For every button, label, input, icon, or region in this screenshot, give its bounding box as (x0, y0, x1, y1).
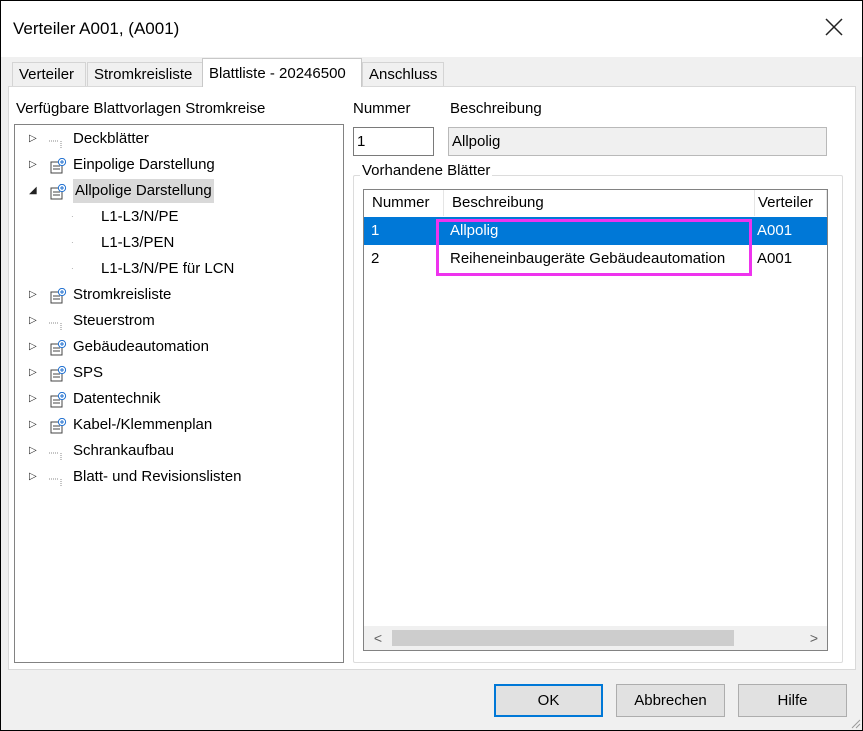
tree-item-label: Gebäudeautomation (73, 338, 209, 355)
table-row[interactable]: 2 Reiheneinbaugeräte Gebäudeautomation A… (364, 245, 827, 273)
tree-connector-icon: · (71, 264, 74, 273)
resize-grip-icon[interactable] (849, 717, 861, 729)
expand-arrow-icon[interactable]: ▷ (29, 283, 39, 307)
horizontal-scrollbar[interactable]: < > (364, 626, 827, 650)
tree-item[interactable]: ▷ Einpolige Darstellung (15, 153, 343, 177)
expand-arrow-icon[interactable]: ▷ (29, 439, 39, 463)
title-bar: Verteiler A001, (A001) (1, 1, 862, 57)
tree-item[interactable]: ▷ Stromkreisliste (15, 283, 343, 307)
expand-arrow-icon[interactable]: ▷ (29, 413, 39, 437)
collapse-arrow-icon[interactable]: ◢ (29, 179, 39, 203)
cancel-button[interactable]: Abbrechen (616, 684, 725, 717)
beschreibung-label: Beschreibung (450, 100, 542, 117)
tree-item-label: Steuerstrom (73, 312, 155, 329)
tree-item[interactable]: ▷ Steuerstrom (15, 309, 343, 333)
column-header-verteiler[interactable]: Verteiler (755, 190, 827, 216)
row-beschreibung: Allpolig (450, 222, 499, 239)
tree-connector-icon: · (71, 238, 74, 247)
column-header-beschreibung[interactable]: Beschreibung (444, 190, 755, 216)
sheet-plus-icon (50, 288, 67, 304)
row-beschreibung: Reiheneinbaugeräte Gebäudeautomation (450, 250, 726, 267)
expand-arrow-icon[interactable]: ▷ (29, 335, 39, 359)
close-icon[interactable] (822, 15, 846, 39)
tree-item[interactable]: · L1-L3/PEN (15, 231, 343, 255)
sheet-plus-icon (50, 184, 67, 200)
tree-item-label: L1-L3/N/PE für LCN (101, 260, 235, 277)
tab-stromkreisliste[interactable]: Stromkreisliste (87, 62, 203, 86)
tree-item-label: SPS (73, 364, 104, 381)
sheet-plus-icon (50, 366, 67, 382)
expand-arrow-icon[interactable]: ▷ (29, 387, 39, 411)
tab-verteiler[interactable]: Verteiler (12, 62, 86, 86)
help-button[interactable]: Hilfe (738, 684, 847, 717)
sheet-plus-icon (50, 418, 67, 434)
expand-arrow-icon[interactable]: ▷ (29, 153, 39, 177)
tab-label: Anschluss (369, 66, 438, 83)
sheet-plus-icon (50, 340, 67, 356)
row-nummer: 1 (371, 222, 380, 239)
sheet-plus-icon (50, 158, 67, 174)
ok-button[interactable]: OK (494, 684, 603, 717)
scrollbar-thumb[interactable] (392, 630, 734, 646)
tree-item[interactable]: · L1-L3/N/PE (15, 205, 343, 229)
tree-item-label: Stromkreisliste (73, 286, 172, 303)
sheets-list[interactable]: Nummer Beschreibung Verteiler 1 Allpolig… (363, 189, 828, 651)
expand-arrow-icon[interactable]: ▷ (29, 127, 39, 151)
tree-item[interactable]: ▷ Blatt- und Revisionslisten (15, 465, 343, 489)
row-verteiler: A001 (757, 250, 793, 267)
tab-label: Blattliste - 20246500 (209, 65, 346, 82)
tree-item[interactable]: ▷ Schrankaufbau (15, 439, 343, 463)
dots-icon (49, 452, 62, 460)
dots-icon (49, 322, 62, 330)
tree-item[interactable]: ▷ Deckblätter (15, 127, 343, 151)
column-header-nummer[interactable]: Nummer (364, 190, 444, 216)
dots-icon (49, 478, 62, 486)
tree-item-label: Deckblätter (73, 130, 149, 147)
tree-item-label: L1-L3/PEN (101, 234, 175, 251)
tab-anschluss[interactable]: Anschluss (362, 62, 444, 86)
row-nummer: 2 (371, 250, 380, 267)
tab-blattliste[interactable]: Blattliste - 20246500 (202, 58, 362, 87)
tree-item[interactable]: ▷ Kabel-/Klemmenplan (15, 413, 343, 437)
expand-arrow-icon[interactable]: ▷ (29, 361, 39, 385)
table-row[interactable]: 1 Allpolig A001 (364, 217, 827, 245)
tree-item-label: Allpolige Darstellung (73, 179, 214, 203)
tree-item-label: Kabel-/Klemmenplan (73, 416, 213, 433)
expand-arrow-icon[interactable]: ▷ (29, 309, 39, 333)
scroll-left-icon[interactable]: < (368, 626, 388, 650)
expand-arrow-icon[interactable]: ▷ (29, 465, 39, 489)
scroll-right-icon[interactable]: > (804, 626, 824, 650)
tree-item[interactable]: ▷ Datentechnik (15, 387, 343, 411)
dots-icon (49, 140, 62, 148)
tree-connector-icon: · (71, 212, 74, 221)
tree-item[interactable]: ◢ Allpolige Darstellung (15, 179, 343, 203)
tree-heading: Verfügbare Blattvorlagen Stromkreise (16, 100, 266, 117)
template-tree[interactable]: ▷ Deckblätter ▷ Einpolige Darstellung ◢ Allpo… (14, 124, 344, 663)
row-verteiler: A001 (757, 222, 793, 239)
tree-item[interactable]: · L1-L3/N/PE für LCN (15, 257, 343, 281)
tree-item-label: Einpolige Darstellung (73, 156, 215, 173)
tree-item-label: Blatt- und Revisionslisten (73, 468, 242, 485)
nummer-label: Nummer (353, 100, 411, 117)
beschreibung-field: Allpolig (448, 127, 827, 156)
sheet-plus-icon (50, 392, 67, 408)
tab-label: Stromkreisliste (94, 66, 193, 83)
tree-item-label: L1-L3/N/PE (101, 208, 179, 225)
nummer-field[interactable]: 1 (353, 127, 434, 156)
tree-item-label: Datentechnik (73, 390, 161, 407)
tree-item-label: Schrankaufbau (73, 442, 174, 459)
tree-item[interactable]: ▷ SPS (15, 361, 343, 385)
tree-item[interactable]: ▷ Gebäudeautomation (15, 335, 343, 359)
existing-sheets-label: Vorhandene Blätter (360, 162, 493, 179)
window-title: Verteiler A001, (A001) (13, 19, 180, 38)
tab-label: Verteiler (19, 66, 75, 83)
